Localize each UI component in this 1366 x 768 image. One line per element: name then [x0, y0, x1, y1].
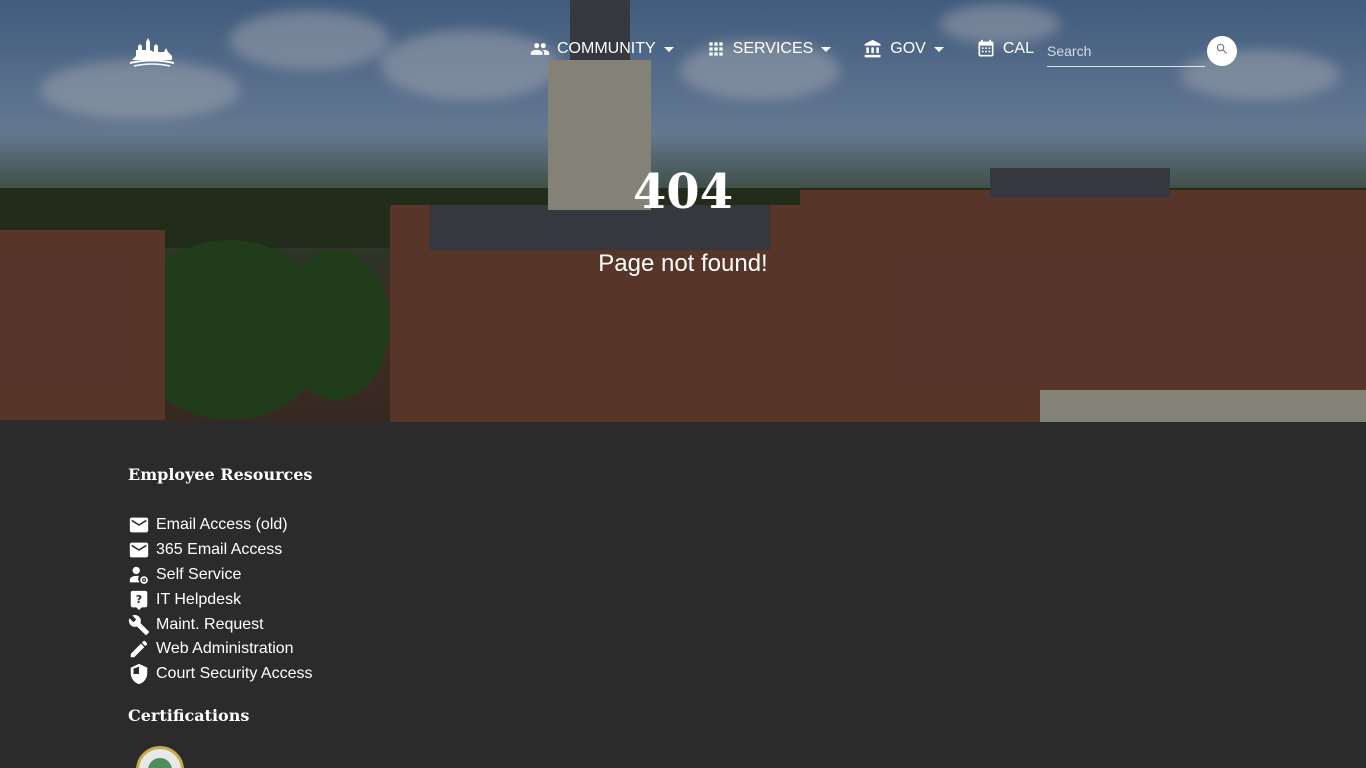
link-self-service[interactable]: Self Service — [128, 563, 313, 588]
error-code: 404 — [632, 164, 734, 220]
mail-icon — [128, 539, 150, 561]
chevron-down-icon — [663, 46, 674, 52]
grid-icon — [706, 39, 726, 59]
link-label: IT Helpdesk — [156, 590, 242, 608]
link-label: Court Security Access — [156, 665, 313, 683]
svg-text:?: ? — [136, 593, 142, 606]
help-icon: ? — [128, 589, 150, 611]
shield-icon — [128, 663, 150, 685]
main-nav: COMMUNITY SERVICES GOV CAL — [530, 37, 1066, 61]
wrench-icon — [128, 614, 150, 636]
employee-links: Email Access (old) 365 Email Access Self… — [128, 513, 313, 687]
search-button[interactable] — [1207, 36, 1237, 66]
pencil-icon — [128, 638, 150, 660]
link-it-helpdesk[interactable]: ? IT Helpdesk — [128, 587, 313, 612]
link-label: Self Service — [156, 565, 242, 583]
link-label: 365 Email Access — [156, 541, 283, 559]
government-building-icon — [863, 39, 883, 59]
nav-services[interactable]: SERVICES — [706, 39, 832, 59]
link-court-security[interactable]: Court Security Access — [128, 662, 313, 687]
chevron-down-icon — [933, 46, 944, 52]
nav-gov-label: GOV — [890, 40, 926, 57]
link-365-email[interactable]: 365 Email Access — [128, 538, 313, 563]
link-email-old[interactable]: Email Access (old) — [128, 513, 313, 538]
link-maint-request[interactable]: Maint. Request — [128, 612, 313, 637]
employee-resources-title: Employee Resources — [128, 465, 313, 484]
nav-community-label: COMMUNITY — [557, 40, 656, 57]
search-icon — [1215, 42, 1229, 61]
chevron-down-icon — [821, 46, 832, 52]
mail-icon — [128, 514, 150, 536]
search-input[interactable] — [1047, 38, 1205, 64]
nav-community[interactable]: COMMUNITY — [530, 39, 674, 59]
user-gear-icon — [128, 564, 150, 586]
calendar-icon — [976, 39, 996, 59]
link-label: Web Administration — [156, 640, 294, 658]
link-web-admin[interactable]: Web Administration — [128, 637, 313, 662]
nav-cal-label: CAL — [1002, 40, 1034, 57]
nav-gov[interactable]: GOV — [863, 39, 944, 59]
search-container — [1047, 38, 1205, 67]
footer: Employee Resources Email Access (old) 36… — [0, 422, 1366, 768]
site-logo[interactable] — [128, 34, 176, 68]
certifications-title: Certifications — [128, 706, 250, 725]
link-label: Email Access (old) — [156, 516, 288, 534]
link-label: Maint. Request — [156, 615, 264, 633]
nav-services-label: SERVICES — [732, 40, 814, 57]
nav-cal[interactable]: CAL — [976, 39, 1034, 59]
people-icon — [530, 39, 550, 59]
error-message: Page not found! — [598, 250, 768, 277]
